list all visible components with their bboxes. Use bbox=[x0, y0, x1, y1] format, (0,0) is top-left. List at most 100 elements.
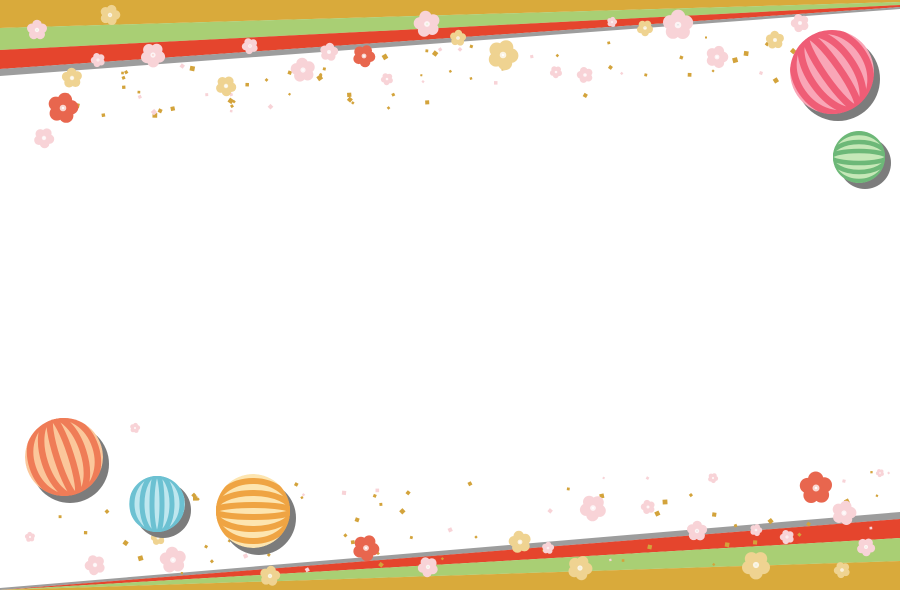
gold-confetti-icon bbox=[229, 109, 233, 113]
gold-confetti-icon bbox=[607, 64, 613, 70]
plum-blossom-icon bbox=[34, 128, 55, 149]
plum-blossom-icon bbox=[799, 471, 832, 503]
gold-confetti-icon bbox=[322, 67, 327, 71]
plum-blossom-icon bbox=[290, 57, 315, 82]
gold-confetti-icon bbox=[242, 553, 249, 559]
gold-confetti-icon bbox=[711, 512, 717, 517]
gold-confetti-icon bbox=[179, 63, 185, 69]
gold-confetti-icon bbox=[870, 471, 873, 474]
green-temari-ball bbox=[833, 131, 891, 189]
gold-confetti-icon bbox=[602, 476, 606, 480]
gold-confetti-icon bbox=[494, 81, 498, 85]
gold-confetti-icon bbox=[386, 106, 391, 110]
gold-confetti-icon bbox=[347, 92, 352, 98]
gold-confetti-icon bbox=[354, 517, 360, 523]
gold-confetti-icon bbox=[170, 106, 176, 112]
gold-confetti-icon bbox=[180, 571, 184, 575]
plum-blossom-icon bbox=[488, 40, 519, 71]
gold-confetti-icon bbox=[399, 508, 406, 515]
plum-blossom-icon bbox=[48, 92, 79, 123]
gold-confetti-icon bbox=[405, 490, 411, 496]
gold-confetti-icon bbox=[122, 539, 129, 547]
gold-confetti-icon bbox=[350, 540, 355, 545]
gold-confetti-icon bbox=[469, 76, 473, 80]
plum-blossom-icon bbox=[84, 555, 105, 576]
gold-confetti-icon bbox=[645, 476, 650, 480]
gold-confetti-icon bbox=[264, 78, 269, 82]
gold-confetti-icon bbox=[644, 73, 648, 77]
gold-confetti-icon bbox=[431, 50, 439, 57]
gold-confetti-icon bbox=[351, 101, 355, 105]
gold-confetti-icon bbox=[743, 50, 749, 57]
plum-blossom-icon bbox=[549, 66, 562, 79]
gold-confetti-icon bbox=[875, 494, 879, 498]
gold-confetti-icon bbox=[300, 495, 304, 500]
gold-confetti-icon bbox=[621, 559, 625, 562]
plum-blossom-icon bbox=[130, 422, 141, 433]
plum-blossom-icon bbox=[24, 531, 35, 542]
gold-confetti-icon bbox=[582, 92, 588, 98]
gold-confetti-icon bbox=[137, 555, 144, 562]
gold-confetti-icon bbox=[83, 531, 88, 535]
gold-confetti-icon bbox=[437, 47, 443, 52]
gold-confetti-icon bbox=[662, 499, 668, 505]
gold-confetti-icon bbox=[204, 544, 209, 549]
gold-confetti-icon bbox=[245, 82, 249, 87]
gold-confetti-icon bbox=[121, 75, 126, 80]
gold-confetti-icon bbox=[732, 57, 739, 64]
gold-confetti-icon bbox=[58, 515, 62, 519]
gold-confetti-icon bbox=[391, 92, 396, 97]
plum-blossom-icon bbox=[353, 45, 376, 68]
gold-confetti-icon bbox=[189, 65, 196, 72]
card-frame bbox=[0, 0, 900, 590]
gold-confetti-icon bbox=[842, 479, 846, 483]
gold-confetti-icon bbox=[566, 487, 570, 491]
gold-confetti-icon bbox=[104, 509, 110, 514]
gold-confetti-icon bbox=[379, 502, 383, 506]
gold-confetti-icon bbox=[123, 70, 129, 75]
plum-blossom-icon bbox=[579, 495, 606, 522]
gold-confetti-icon bbox=[687, 72, 692, 77]
gold-confetti-icon bbox=[375, 488, 380, 493]
gold-confetti-icon bbox=[137, 90, 141, 94]
plum-blossom-icon bbox=[687, 520, 708, 541]
gold-confetti-icon bbox=[467, 481, 473, 487]
plum-blossom-icon bbox=[216, 76, 237, 97]
gold-confetti-icon bbox=[547, 508, 553, 514]
bottom-band bbox=[0, 512, 900, 590]
gold-confetti-icon bbox=[288, 92, 292, 96]
gold-confetti-icon bbox=[705, 36, 707, 39]
gold-confetti-icon bbox=[209, 559, 214, 564]
gold-confetti-icon bbox=[121, 71, 124, 75]
gold-confetti-icon bbox=[293, 482, 299, 487]
gold-confetti-icon bbox=[409, 535, 414, 540]
plum-blossom-icon bbox=[637, 20, 653, 37]
plum-blossom-icon bbox=[875, 469, 884, 478]
blue-temari-ball bbox=[129, 476, 191, 538]
orange-temari-ball bbox=[25, 418, 109, 503]
gold-confetti-icon bbox=[654, 510, 661, 517]
gold-confetti-icon bbox=[421, 80, 425, 84]
gold-confetti-icon bbox=[469, 44, 474, 49]
gold-confetti-icon bbox=[607, 41, 611, 45]
plum-blossom-icon bbox=[380, 73, 393, 86]
gold-confetti-icon bbox=[711, 69, 715, 73]
yellow-temari-ball bbox=[216, 474, 296, 555]
gold-confetti-icon bbox=[122, 85, 126, 90]
gold-confetti-icon bbox=[555, 53, 560, 58]
plum-blossom-icon bbox=[706, 45, 729, 69]
gold-confetti-icon bbox=[620, 71, 624, 76]
gold-confetti-icon bbox=[137, 94, 142, 99]
gold-confetti-icon bbox=[425, 49, 429, 53]
gold-confetti-icon bbox=[474, 535, 478, 539]
gold-confetti-icon bbox=[381, 53, 389, 61]
gold-confetti-icon bbox=[425, 100, 430, 105]
plum-blossom-icon bbox=[576, 67, 593, 83]
gold-confetti-icon bbox=[447, 527, 453, 533]
gold-confetti-icon bbox=[529, 54, 534, 59]
gold-confetti-icon bbox=[758, 70, 764, 76]
gold-confetti-icon bbox=[448, 69, 452, 73]
gold-confetti-icon bbox=[688, 492, 694, 498]
gold-confetti-icon bbox=[772, 77, 780, 84]
plum-blossom-icon bbox=[159, 546, 186, 573]
